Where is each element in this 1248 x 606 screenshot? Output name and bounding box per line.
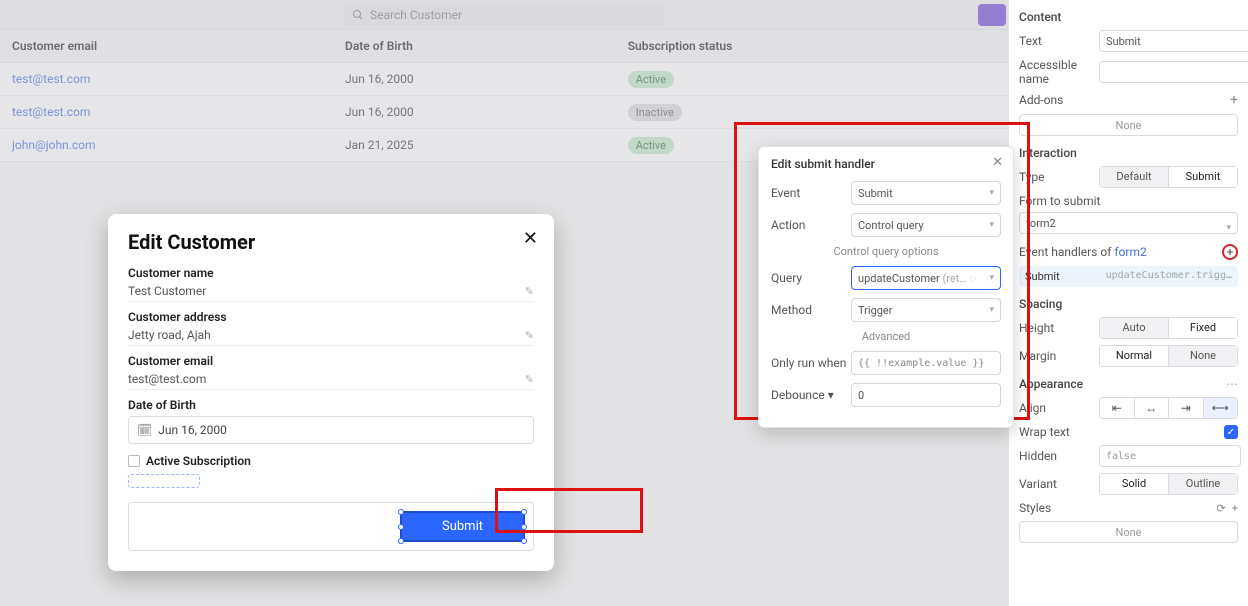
- name-label: Customer name: [128, 266, 534, 280]
- debounce-input[interactable]: 0: [851, 383, 1001, 407]
- active-subscription-label: Active Subscription: [146, 454, 251, 468]
- content-section-header: Content: [1019, 10, 1238, 24]
- align-toggle[interactable]: ⇤ ↔ ⇥ ⟷: [1099, 397, 1238, 419]
- calendar-icon: 🗓: [137, 423, 152, 437]
- align-left-icon: ⇤: [1100, 398, 1134, 418]
- edit-customer-modal: Edit Customer ✕ Customer name Test Custo…: [108, 214, 554, 571]
- close-icon[interactable]: ✕: [523, 228, 538, 249]
- query-label: Query: [771, 271, 851, 285]
- styles-plus-icon[interactable]: +: [1232, 502, 1238, 515]
- hidden-label: Hidden: [1019, 449, 1099, 463]
- method-label: Method: [771, 303, 851, 317]
- styles-label: Styles: [1019, 501, 1099, 515]
- dob-label: Date of Birth: [128, 398, 534, 412]
- form-to-submit-label: Form to submit: [1019, 194, 1238, 208]
- margin-toggle[interactable]: NormalNone: [1099, 345, 1238, 367]
- form-to-submit-select[interactable]: form2 ▾: [1019, 212, 1238, 234]
- type-toggle[interactable]: DefaultSubmit: [1099, 166, 1238, 188]
- dob-input[interactable]: 🗓 Jun 16, 2000: [128, 416, 534, 444]
- onlyrun-input[interactable]: {{ !!example.value }}: [851, 351, 1001, 375]
- options-divider: Control query options: [771, 245, 1001, 258]
- ellipsis-icon[interactable]: ⋯: [1226, 377, 1238, 391]
- styles-refresh-icon[interactable]: ⟳: [1217, 502, 1226, 515]
- appearance-section-header: Appearance⋯: [1019, 377, 1238, 391]
- text-label: Text: [1019, 34, 1099, 48]
- action-label: Action: [771, 218, 851, 232]
- popup-title: Edit submit handler: [771, 157, 1001, 171]
- styles-none[interactable]: None: [1019, 521, 1238, 543]
- text-input[interactable]: [1099, 30, 1248, 52]
- spinner-icon: ◌: [969, 272, 976, 285]
- align-right-icon: ⇥: [1168, 398, 1203, 418]
- accessible-name-label: Accessible name: [1019, 58, 1099, 86]
- method-select[interactable]: Trigger▾: [851, 298, 1001, 322]
- pencil-icon[interactable]: ✎: [525, 329, 534, 342]
- addons-label: Add-ons: [1019, 93, 1099, 107]
- spacing-section-header: Spacing: [1019, 297, 1238, 311]
- height-label: Height: [1019, 321, 1099, 335]
- accessible-name-input[interactable]: [1099, 61, 1248, 83]
- pencil-icon[interactable]: ✎: [525, 285, 534, 298]
- edit-handler-popup: Edit submit handler ✕ Event Submit▾ Acti…: [758, 146, 1014, 428]
- variant-toggle[interactable]: SolidOutline: [1099, 473, 1238, 495]
- chevron-down-icon: ▾: [989, 188, 994, 198]
- email-value[interactable]: test@test.com: [128, 372, 206, 386]
- close-icon[interactable]: ✕: [992, 155, 1003, 170]
- inspector-panel: Content Text Accessible name Add-ons + N…: [1008, 0, 1248, 606]
- chevron-down-icon[interactable]: ▾: [828, 388, 834, 402]
- plus-icon[interactable]: +: [1230, 92, 1238, 108]
- hidden-input[interactable]: [1099, 445, 1241, 467]
- advanced-divider: Advanced: [771, 330, 1001, 343]
- form-link[interactable]: form2: [1114, 245, 1146, 259]
- active-subscription-checkbox[interactable]: [128, 455, 140, 467]
- event-label: Event: [771, 186, 851, 200]
- query-select[interactable]: updateCustomer (ret… ◌ ▾: [851, 266, 1001, 290]
- chevron-down-icon: ▾: [989, 305, 994, 315]
- name-value[interactable]: Test Customer: [128, 284, 206, 298]
- align-label: Align: [1019, 401, 1099, 415]
- align-center-icon: ↔: [1134, 398, 1169, 418]
- pencil-icon[interactable]: ✎: [525, 373, 534, 386]
- handler-row[interactable]: Submit updateCustomer.trigg…: [1019, 266, 1238, 287]
- modal-title: Edit Customer: [128, 230, 534, 254]
- address-value[interactable]: Jetty road, Ajah: [128, 328, 211, 342]
- chevron-down-icon: ▾: [989, 273, 994, 283]
- action-select[interactable]: Control query▾: [851, 213, 1001, 237]
- type-label: Type: [1019, 170, 1099, 184]
- add-handler-icon[interactable]: +: [1222, 244, 1238, 260]
- debounce-label: Debounce ▾: [771, 388, 851, 402]
- variant-label: Variant: [1019, 477, 1099, 491]
- chevron-down-icon: ▾: [1226, 217, 1231, 239]
- height-toggle[interactable]: AutoFixed: [1099, 317, 1238, 339]
- email-label: Customer email: [128, 354, 534, 368]
- margin-label: Margin: [1019, 349, 1099, 363]
- align-stretch-icon: ⟷: [1203, 398, 1238, 418]
- wrap-text-checkbox[interactable]: ✓: [1224, 425, 1238, 439]
- submit-button[interactable]: Submit: [400, 511, 525, 542]
- address-label: Customer address: [128, 310, 534, 324]
- addons-none[interactable]: None: [1019, 114, 1238, 136]
- onlyrun-label: Only run when: [771, 356, 851, 370]
- chevron-down-icon: ▾: [989, 220, 994, 230]
- interaction-section-header: Interaction: [1019, 146, 1238, 160]
- dropzone[interactable]: [128, 474, 200, 488]
- wrap-text-label: Wrap text: [1019, 425, 1099, 439]
- event-select[interactable]: Submit▾: [851, 181, 1001, 205]
